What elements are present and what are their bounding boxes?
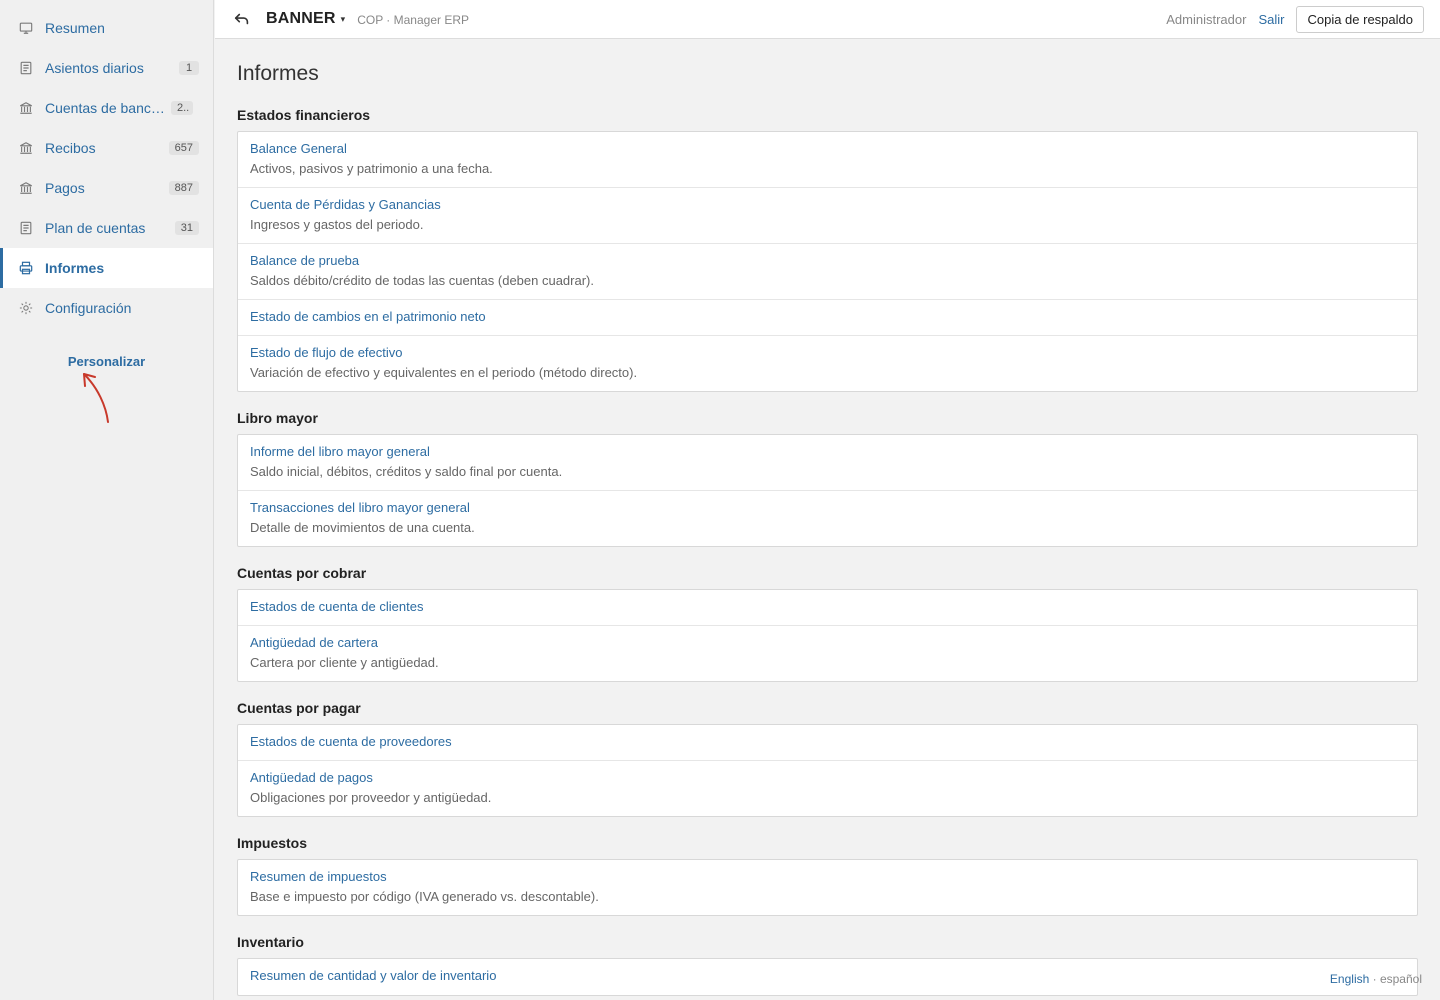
report-link[interactable]: Estado de cambios en el patrimonio neto xyxy=(250,309,1405,325)
report-description: Cartera por cliente y antigüedad. xyxy=(250,655,439,670)
report-description: Saldo inicial, débitos, créditos y saldo… xyxy=(250,464,563,479)
sidebar-item-label: Informes xyxy=(45,260,105,276)
count-badge: 657 xyxy=(168,141,199,155)
report-link[interactable]: Estados de cuenta de clientes xyxy=(250,599,1405,615)
sidebar-item-resumen[interactable]: Resumen xyxy=(0,8,213,48)
count-badge: 2.. xyxy=(171,101,193,115)
report-link[interactable]: Informe del libro mayor general xyxy=(250,444,1405,460)
report-description: Variación de efectivo y equivalentes en … xyxy=(250,365,638,380)
sidebar-item-label: Configuración xyxy=(45,300,132,316)
monitor-icon xyxy=(18,20,34,36)
section-title: Cuentas por cobrar xyxy=(237,565,367,581)
section-title: Impuestos xyxy=(237,835,308,851)
backup-button[interactable]: Copia de respaldo xyxy=(1296,5,1424,33)
printer-icon xyxy=(18,260,34,276)
sidebar: Resumen Asientos diarios 1 Cuentas de ba… xyxy=(0,0,214,1000)
report-item: Estados de cuenta de clientes xyxy=(238,590,1417,626)
section-title: Estados financieros xyxy=(237,107,371,123)
top-header: BANNER ▾ COP · Manager ERP Administrador… xyxy=(215,0,1440,39)
back-arrow-icon[interactable] xyxy=(233,9,253,29)
section-title: Inventario xyxy=(237,934,304,950)
report-item: Cuenta de Pérdidas y Ganancias Ingresos … xyxy=(238,188,1417,244)
report-description: Ingresos y gastos del periodo. xyxy=(250,217,424,232)
sidebar-item-pagos[interactable]: Pagos 887 xyxy=(0,168,213,208)
language-spanish-current: español xyxy=(1379,972,1422,986)
sidebar-nav: Resumen Asientos diarios 1 Cuentas de ba… xyxy=(0,0,213,328)
sidebar-item-label: Cuentas de bancos xyxy=(45,100,165,116)
report-link[interactable]: Cuenta de Pérdidas y Ganancias xyxy=(250,197,1405,213)
count-badge: 887 xyxy=(168,181,199,195)
sidebar-item-informes[interactable]: Informes xyxy=(0,248,213,288)
sidebar-item-label: Pagos xyxy=(45,180,85,196)
report-link[interactable]: Estado de flujo de efectivo xyxy=(250,345,1405,361)
report-description: Base e impuesto por código (IVA generado… xyxy=(250,889,599,904)
report-description: Obligaciones por proveedor y antigüedad. xyxy=(250,790,492,805)
report-item: Antigüedad de cartera Cartera por client… xyxy=(238,626,1417,681)
report-link[interactable]: Resumen de impuestos xyxy=(250,869,1405,885)
report-list: Estados de cuenta de clientes Antigüedad… xyxy=(237,589,1418,682)
sidebar-item-recibos[interactable]: Recibos 657 xyxy=(0,128,213,168)
report-link[interactable]: Antigüedad de pagos xyxy=(250,770,1405,786)
report-list: Resumen de cantidad y valor de inventari… xyxy=(237,958,1418,996)
sidebar-item-label: Recibos xyxy=(45,140,96,156)
bank-icon xyxy=(18,140,34,156)
gear-icon xyxy=(18,300,34,316)
count-badge: 31 xyxy=(174,221,199,235)
report-link[interactable]: Balance de prueba xyxy=(250,253,1405,269)
report-item: Resumen de impuestos Base e impuesto por… xyxy=(238,860,1417,915)
report-item: Resumen de cantidad y valor de inventari… xyxy=(238,959,1417,995)
report-description: Detalle de movimientos de una cuenta. xyxy=(250,520,475,535)
ledger-icon xyxy=(18,220,34,236)
language-english-link[interactable]: English xyxy=(1330,972,1369,986)
report-link[interactable]: Antigüedad de cartera xyxy=(250,635,1405,651)
section-title: Cuentas por pagar xyxy=(237,700,361,716)
report-description: Saldos débito/crédito de todas las cuent… xyxy=(250,273,594,288)
chevron-down-icon[interactable]: ▾ xyxy=(341,14,346,25)
report-link[interactable]: Estados de cuenta de proveedores xyxy=(250,734,1405,750)
sidebar-item-cuentas-bancos[interactable]: Cuentas de bancos 2.. xyxy=(0,88,213,128)
company-name[interactable]: BANNER xyxy=(266,10,336,28)
section-title: Libro mayor xyxy=(237,410,318,426)
report-item: Estado de cambios en el patrimonio neto xyxy=(238,300,1417,336)
bank-icon xyxy=(18,180,34,196)
report-item: Antigüedad de pagos Obligaciones por pro… xyxy=(238,761,1417,816)
sidebar-item-label: Asientos diarios xyxy=(45,60,144,76)
company-subtitle: COP · Manager ERP xyxy=(357,13,470,27)
report-description: Activos, pasivos y patrimonio a una fech… xyxy=(250,161,493,176)
report-item: Balance de prueba Saldos débito/crédito … xyxy=(238,244,1417,300)
report-list: Estados de cuenta de proveedores Antigüe… xyxy=(237,724,1418,817)
report-list: Informe del libro mayor general Saldo in… xyxy=(237,434,1418,547)
logout-link[interactable]: Salir xyxy=(1258,12,1284,27)
ledger-icon xyxy=(18,60,34,76)
language-switcher: English · español xyxy=(1330,972,1422,986)
report-list: Balance General Activos, pasivos y patri… xyxy=(237,131,1418,392)
sidebar-item-label: Resumen xyxy=(45,20,105,36)
report-item: Informe del libro mayor general Saldo in… xyxy=(238,435,1417,491)
sidebar-item-asientos-diarios[interactable]: Asientos diarios 1 xyxy=(0,48,213,88)
report-link[interactable]: Balance General xyxy=(250,141,1405,157)
report-item: Transacciones del libro mayor general De… xyxy=(238,491,1417,546)
header-actions: Administrador Salir Copia de respaldo xyxy=(1166,5,1424,33)
user-name: Administrador xyxy=(1166,11,1247,27)
report-link[interactable]: Transacciones del libro mayor general xyxy=(250,500,1405,516)
main-content: Informes Estados financieros Balance Gen… xyxy=(215,40,1440,1000)
count-badge: 1 xyxy=(179,61,199,75)
report-item: Estado de flujo de efectivo Variación de… xyxy=(238,336,1417,391)
page-title: Informes xyxy=(237,62,319,85)
report-item: Estados de cuenta de proveedores xyxy=(238,725,1417,761)
bank-icon xyxy=(18,100,34,116)
sidebar-item-configuracion[interactable]: Configuración xyxy=(0,288,213,328)
report-item: Balance General Activos, pasivos y patri… xyxy=(238,132,1417,188)
language-separator: · xyxy=(1369,972,1380,986)
sidebar-item-plan-cuentas[interactable]: Plan de cuentas 31 xyxy=(0,208,213,248)
report-list: Resumen de impuestos Base e impuesto por… xyxy=(237,859,1418,916)
sidebar-item-label: Plan de cuentas xyxy=(45,220,146,236)
report-link[interactable]: Resumen de cantidad y valor de inventari… xyxy=(250,968,1405,984)
arrow-annotation-icon xyxy=(83,373,109,423)
